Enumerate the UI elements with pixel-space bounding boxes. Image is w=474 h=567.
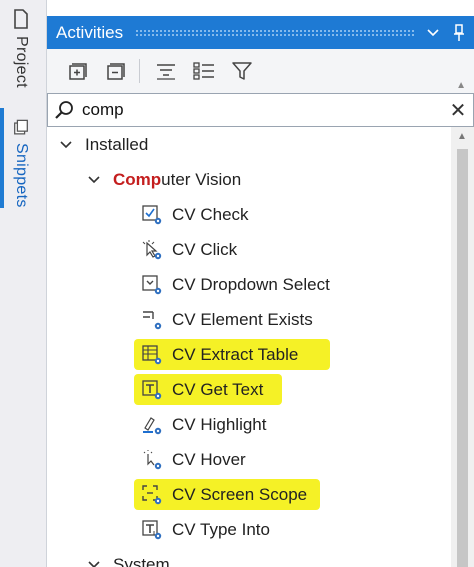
chevron-down-icon[interactable]	[59, 138, 73, 152]
search-match-text: Comp	[113, 169, 162, 189]
search-icon	[48, 94, 80, 126]
cv-check-icon	[141, 204, 163, 226]
cv-type-into-icon	[141, 519, 163, 541]
tree-node-label: System	[113, 554, 170, 567]
cv-get-text-icon	[141, 379, 163, 401]
cv-screen-scope-icon	[141, 484, 163, 506]
chevron-down-icon[interactable]	[422, 22, 444, 44]
activity-item[interactable]: CV Click	[141, 232, 237, 267]
activities-tree: Installed Computer Vision CV Check CV Cli…	[47, 127, 451, 567]
cv-hover-icon	[141, 449, 163, 471]
activity-item[interactable]: CV Check	[141, 197, 249, 232]
activity-item-label: CV Click	[172, 239, 238, 259]
activity-item[interactable]: CV Dropdown Select	[141, 267, 330, 302]
cv-click-icon	[141, 239, 163, 261]
cv-highlight-icon	[141, 414, 163, 436]
activity-item-label: CV Hover	[172, 449, 246, 469]
activity-item[interactable]: CV Highlight	[141, 407, 267, 442]
project-tab[interactable]: Project	[0, 0, 42, 100]
cv-extract-table-icon	[141, 344, 163, 366]
panel-title: Activities	[56, 22, 124, 42]
activity-item-label: CV Element Exists	[172, 309, 313, 329]
cv-dropdown-select-icon	[141, 274, 163, 296]
activity-item[interactable]: CV Get Text	[141, 372, 263, 407]
activity-item-label: CV Get Text	[172, 379, 264, 399]
scrollbar-thumb[interactable]	[457, 149, 468, 567]
activity-item-label: CV Screen Scope	[172, 484, 308, 504]
snippets-tab[interactable]: Snippets	[0, 108, 42, 208]
activity-item[interactable]: CV Screen Scope	[141, 477, 307, 512]
collapse-all-icon[interactable]	[101, 57, 129, 85]
tree-node-computer-vision[interactable]: Computer Vision	[87, 162, 241, 197]
activity-item[interactable]: CV Element Exists	[141, 302, 313, 337]
activities-panel: Activities ▲ comp ✕ Installed Computer V…	[47, 0, 474, 567]
toolbar-separator	[139, 59, 140, 83]
activity-item-label: CV Check	[172, 204, 249, 224]
chevron-down-icon[interactable]	[87, 558, 101, 567]
cv-element-exists-icon	[141, 309, 163, 331]
snippets-icon	[14, 119, 28, 135]
list-view-icon[interactable]	[190, 57, 218, 85]
side-tab-strip: Project Snippets	[0, 0, 47, 567]
sort-icon[interactable]	[152, 57, 180, 85]
expand-all-icon[interactable]	[63, 57, 91, 85]
activity-item-label: CV Extract Table	[172, 344, 299, 364]
category-label-rest: uter Vision	[161, 169, 242, 189]
tree-node-system[interactable]: System	[87, 547, 170, 567]
activity-item-label: CV Dropdown Select	[172, 274, 330, 294]
tree-node-label: Computer Vision	[113, 170, 241, 190]
activity-item[interactable]: CV Extract Table	[141, 337, 298, 372]
activities-search: ✕	[47, 93, 474, 127]
activities-toolbar: ▲	[47, 49, 474, 93]
clear-search-icon[interactable]: ✕	[443, 95, 473, 125]
search-input[interactable]	[80, 95, 443, 125]
chevron-down-icon[interactable]	[87, 173, 101, 187]
toolbar-overflow-up-icon[interactable]: ▲	[456, 80, 466, 91]
project-tab-label: Project	[13, 36, 30, 88]
filter-icon[interactable]	[228, 57, 256, 85]
pin-icon[interactable]	[448, 22, 470, 44]
snippets-tab-label: Snippets	[13, 143, 30, 208]
activity-item-label: CV Type Into	[172, 519, 270, 539]
tree-node-label: Installed	[85, 134, 149, 154]
document-icon	[14, 9, 28, 29]
scroll-up-icon[interactable]: ▲	[457, 131, 467, 142]
activity-item-label: CV Highlight	[172, 414, 267, 434]
panel-title-bar: Activities	[47, 16, 474, 49]
drag-grip[interactable]	[135, 29, 414, 36]
tree-node-installed[interactable]: Installed	[59, 127, 148, 162]
activity-item[interactable]: CV Type Into	[141, 512, 270, 547]
activity-item[interactable]: CV Hover	[141, 442, 246, 477]
tree-scrollbar[interactable]: ▲	[451, 127, 474, 567]
